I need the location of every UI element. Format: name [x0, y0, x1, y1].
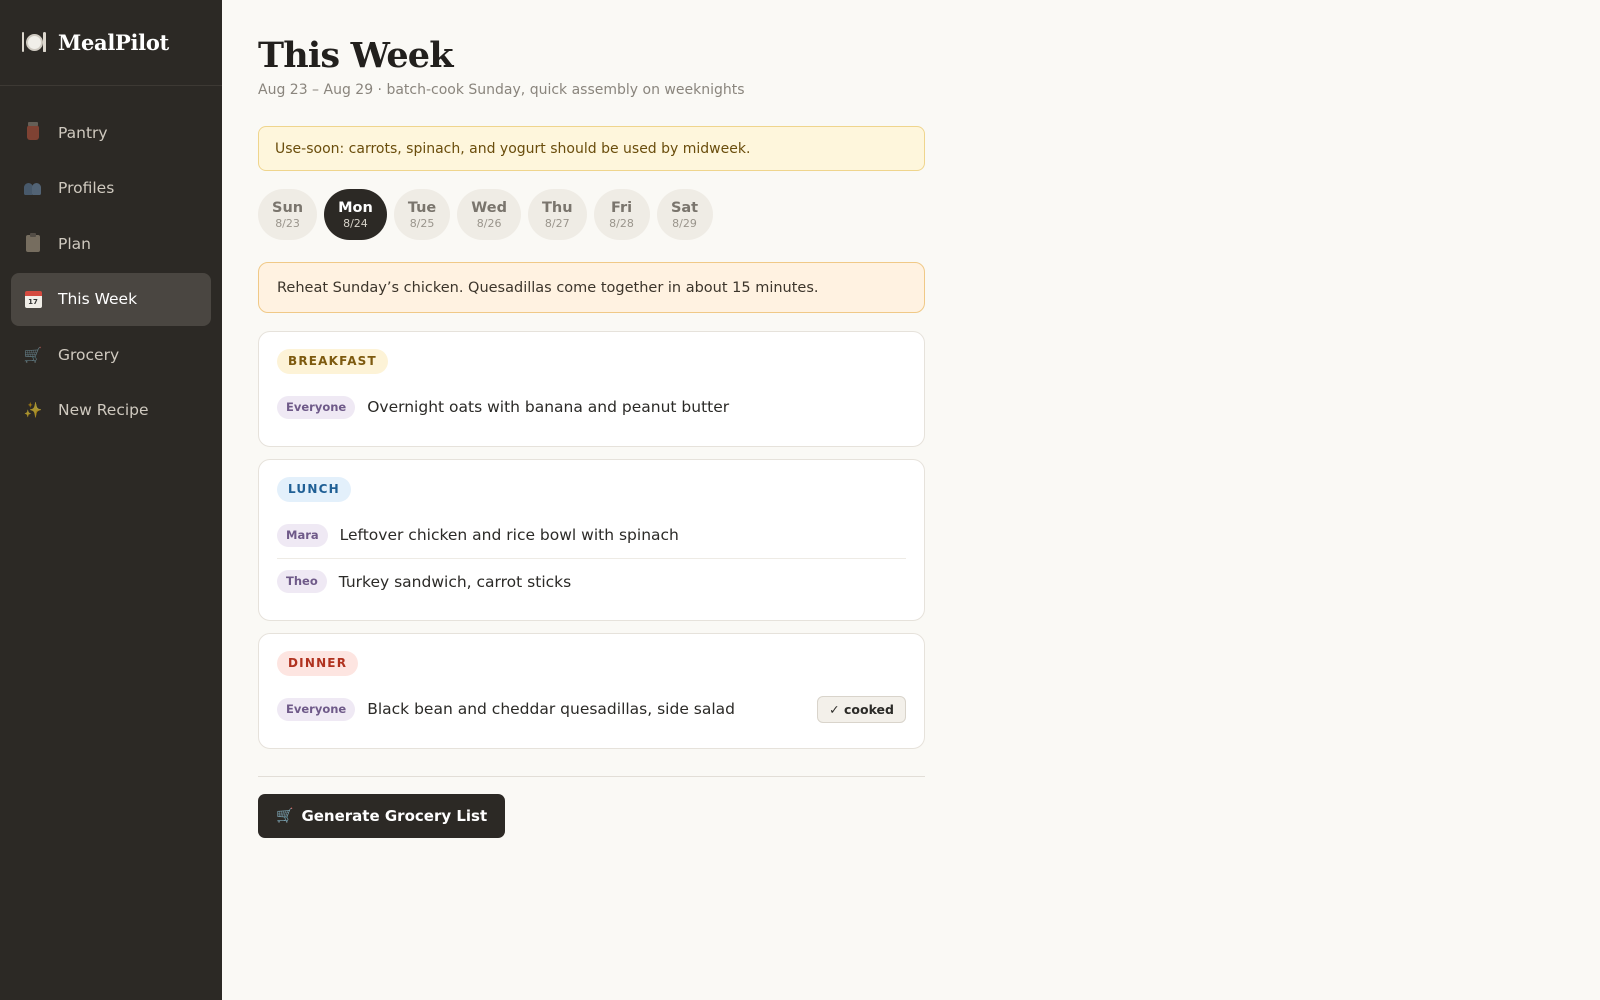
- sidebar-item-label: Profiles: [58, 179, 115, 197]
- day-tab-sun[interactable]: Sun 8/23: [258, 189, 318, 240]
- sidebar-item-grocery[interactable]: 🛒 Grocery: [11, 328, 211, 381]
- who-tag: Mara: [277, 523, 328, 547]
- sidebar-item-plan[interactable]: Plan: [11, 217, 211, 270]
- who-tag: Everyone: [277, 697, 356, 721]
- sidebar-item-pantry[interactable]: Pantry: [11, 106, 211, 159]
- day-date: 8/24: [343, 216, 368, 230]
- sidebar-item-label: Grocery: [58, 345, 120, 364]
- meal-text: Overnight oats with banana and peanut bu…: [367, 398, 730, 416]
- who-tag: Everyone: [277, 395, 356, 419]
- sidebar-item-label: Plan: [58, 234, 91, 253]
- page-subtitle: Aug 23 – Aug 29 · batch-cook Sunday, qui…: [258, 82, 745, 98]
- day-tab-wed[interactable]: Wed 8/26: [457, 189, 521, 240]
- day-tab-thu[interactable]: Thu 8/27: [527, 189, 587, 240]
- cooked-toggle-button[interactable]: ✓ cooked: [817, 695, 906, 723]
- meal-row: Theo Turkey sandwich, carrot sticks: [277, 558, 906, 604]
- app-name: MealPilot: [58, 30, 169, 55]
- clipboard-icon: [24, 233, 42, 253]
- who-tag: Theo: [277, 570, 327, 593]
- jar-icon: [24, 122, 42, 142]
- day-date: 8/29: [672, 216, 697, 230]
- day-date: 8/23: [275, 216, 300, 230]
- meal-card-breakfast: BREAKFAST Everyone Overnight oats with b…: [258, 331, 925, 447]
- day-name: Fri: [610, 199, 633, 216]
- meal-row: Mara Leftover chicken and rice bowl with…: [277, 512, 906, 558]
- meal-text: Turkey sandwich, carrot sticks: [338, 572, 572, 591]
- sidebar-item-label: This Week: [58, 290, 138, 308]
- meal-text: Black bean and cheddar quesadillas, side…: [367, 700, 736, 718]
- day-name: Sun: [272, 199, 304, 216]
- sidebar-item-label: Pantry: [58, 123, 108, 142]
- people-icon: [24, 179, 42, 197]
- sidebar-item-label: New Recipe: [58, 401, 149, 419]
- plate-cutlery-icon: [22, 31, 46, 55]
- day-tab-fri[interactable]: Fri 8/28: [593, 189, 650, 240]
- cart-icon: 🛒: [276, 808, 294, 824]
- meal-row: Everyone Overnight oats with banana and …: [277, 384, 906, 430]
- brand[interactable]: MealPilot: [0, 0, 222, 86]
- day-date: 8/26: [476, 216, 502, 230]
- day-selector: Sun 8/23 Mon 8/24 Tue 8/25 Wed 8/26 Thu …: [258, 189, 925, 240]
- meal-row: Everyone Black bean and cheddar quesadil…: [277, 686, 906, 732]
- day-name: Sat: [670, 199, 699, 216]
- day-name: Tue: [407, 199, 437, 216]
- day-name: Mon: [338, 199, 373, 216]
- button-label: Generate Grocery List: [301, 807, 488, 825]
- sidebar-nav: Pantry Profiles Plan 17 This Week 🛒 Groc…: [0, 86, 222, 437]
- main-content: This Week Aug 23 – Aug 29 · batch-cook S…: [258, 0, 925, 838]
- sidebar-item-this-week[interactable]: 17 This Week: [11, 272, 211, 326]
- sparkles-icon: ✨: [23, 401, 43, 419]
- divider: [258, 776, 925, 777]
- use-soon-alert: Use-soon: carrots, spinach, and yogurt s…: [258, 126, 925, 171]
- day-name: Thu: [541, 199, 573, 216]
- sidebar-item-profiles[interactable]: Profiles: [11, 162, 211, 215]
- cart-icon: 🛒: [23, 345, 43, 364]
- day-tab-tue[interactable]: Tue 8/25: [393, 189, 451, 240]
- meal-type-badge: DINNER: [277, 651, 359, 676]
- meal-card-dinner: DINNER Everyone Black bean and cheddar q…: [258, 633, 925, 749]
- meal-card-lunch: LUNCH Mara Leftover chicken and rice bow…: [258, 459, 925, 621]
- day-tip-banner: Reheat Sunday’s chicken. Quesadillas com…: [258, 262, 925, 313]
- day-date: 8/28: [609, 216, 634, 230]
- meal-type-badge: LUNCH: [277, 477, 351, 502]
- generate-grocery-list-button[interactable]: 🛒 Generate Grocery List: [258, 794, 506, 838]
- day-tab-sat[interactable]: Sat 8/29: [656, 189, 713, 240]
- sidebar-item-new-recipe[interactable]: ✨ New Recipe: [11, 384, 211, 437]
- day-name: Wed: [471, 199, 507, 216]
- sidebar: MealPilot Pantry Profiles Plan 17 This W…: [0, 0, 222, 1000]
- day-date: 8/27: [544, 216, 570, 230]
- day-tab-mon[interactable]: Mon 8/24: [324, 189, 387, 240]
- calendar-icon: 17: [24, 290, 42, 308]
- meal-type-badge: BREAKFAST: [277, 349, 388, 374]
- meal-text: Leftover chicken and rice bowl with spin…: [339, 526, 679, 544]
- day-date: 8/25: [409, 216, 435, 230]
- page-title: This Week: [258, 35, 454, 76]
